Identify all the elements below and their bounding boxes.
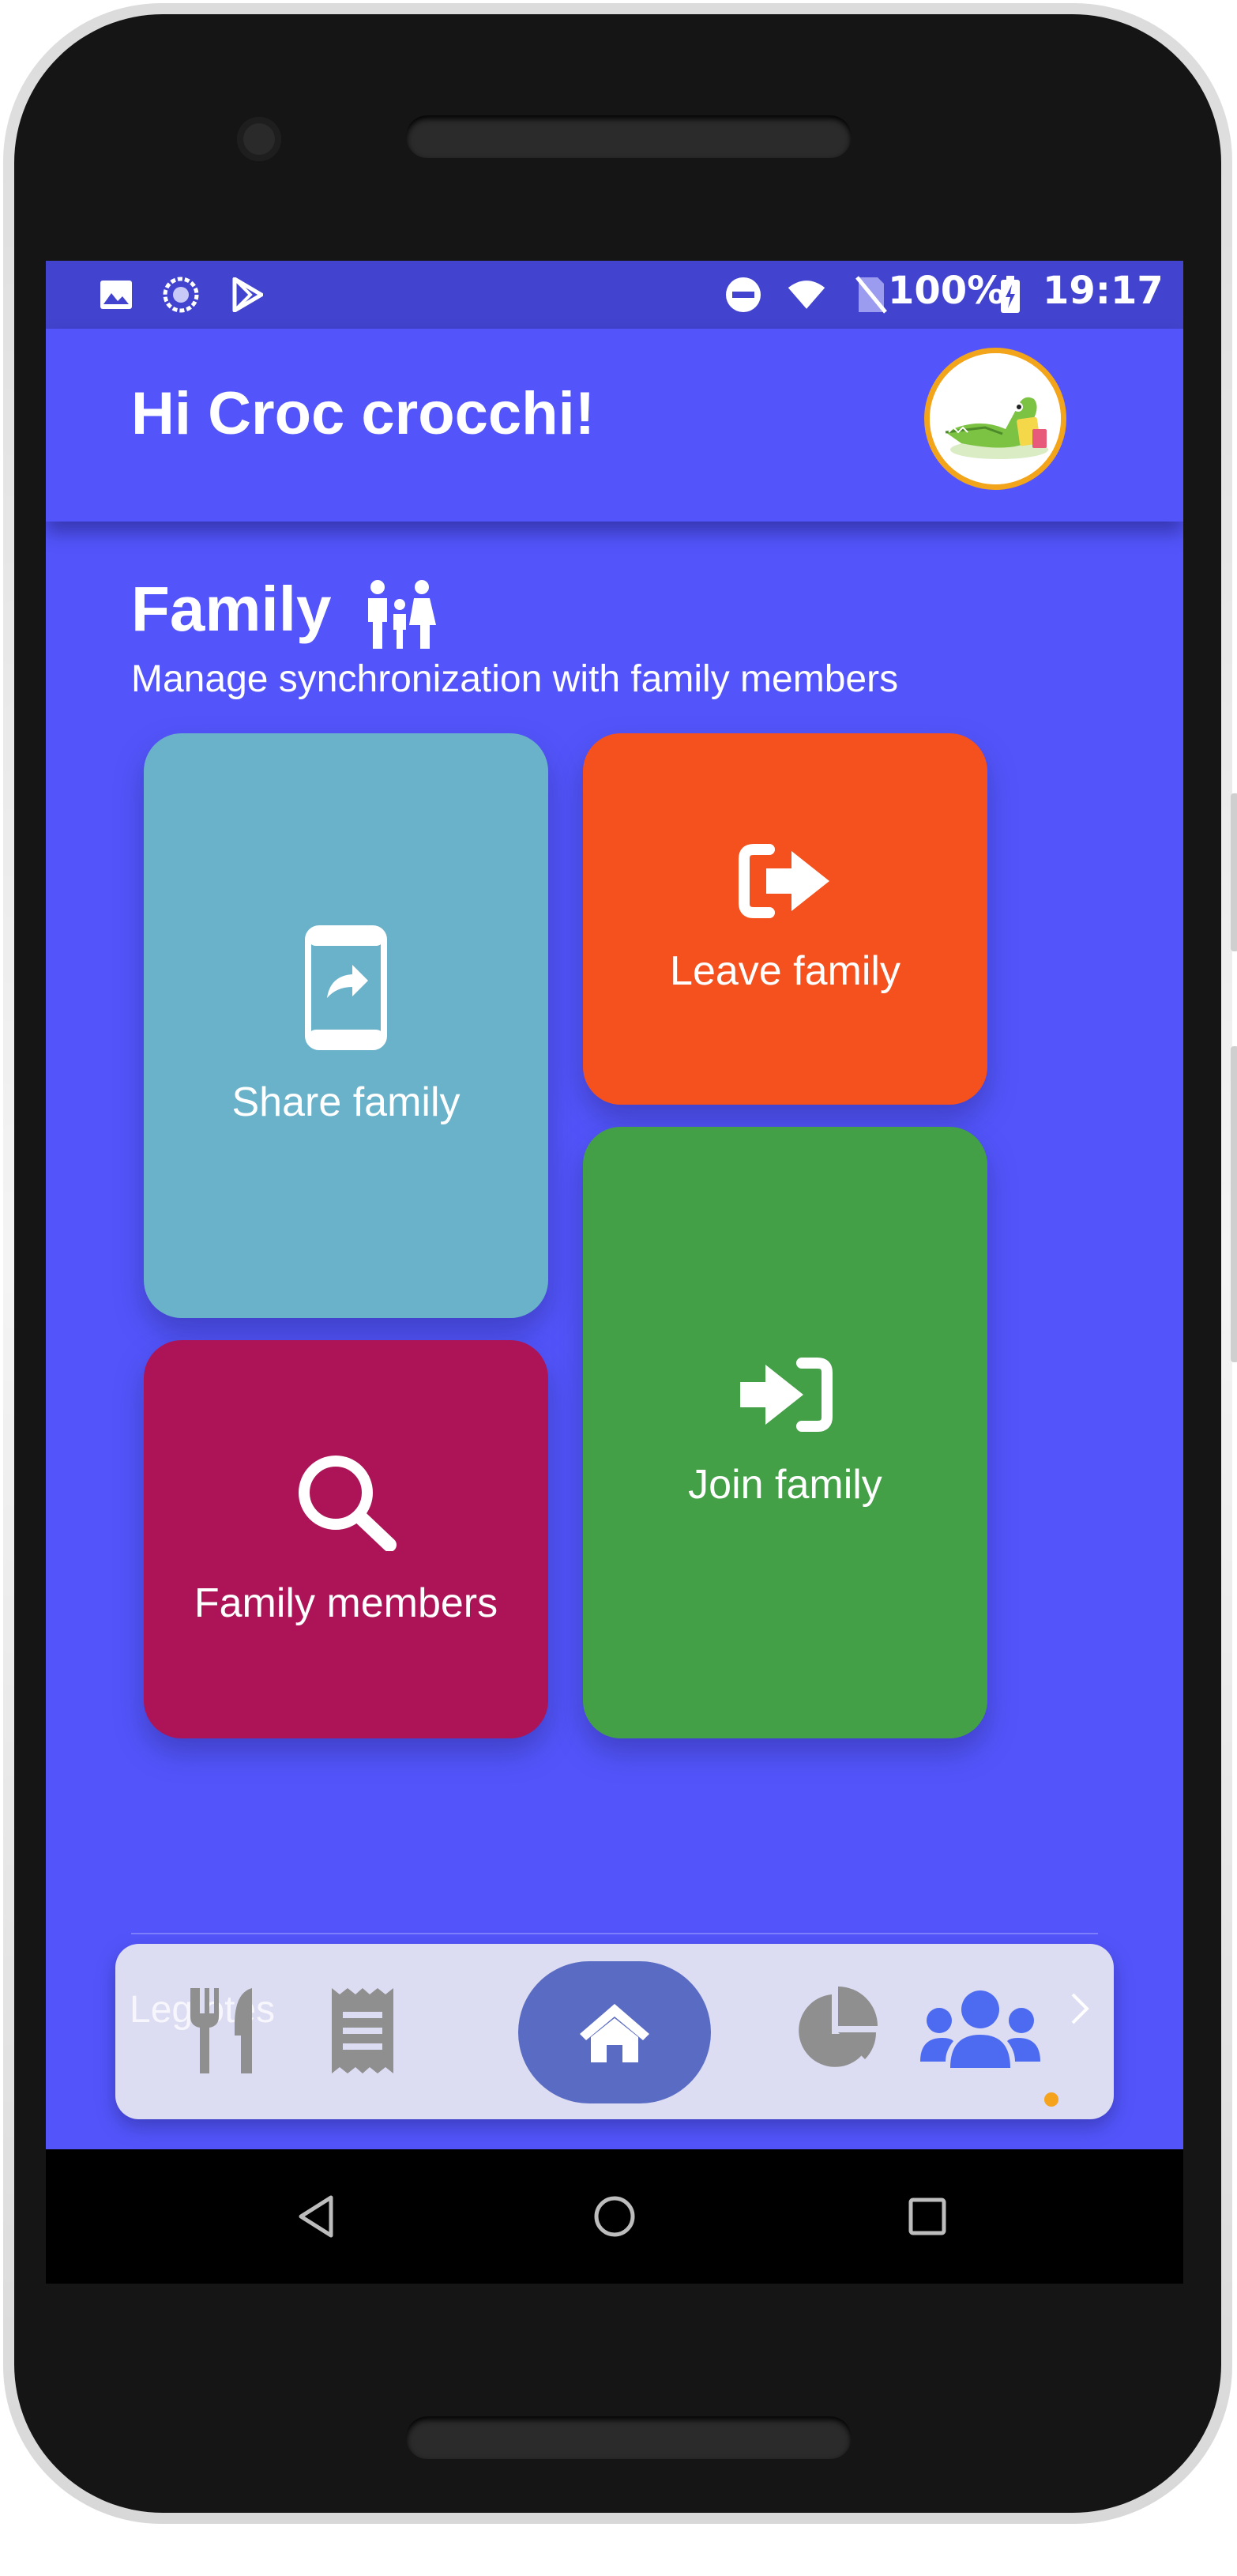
share-family-tile[interactable]: Share family (144, 733, 548, 1318)
receipt-icon (332, 1988, 393, 2073)
app-screen: 100% 19:17 Hi Croc crocchi! Family Manag… (46, 261, 1183, 2284)
sign-in-icon (740, 1358, 833, 1432)
home-system-button[interactable] (583, 2185, 646, 2248)
recents-button[interactable] (896, 2185, 959, 2248)
volume-button (1231, 793, 1237, 951)
status-bar: 100% 19:17 (46, 261, 1183, 329)
battery-percent: 100% (888, 269, 1006, 313)
share-family-label: Share family (231, 1079, 461, 1125)
home-circle-icon (594, 2196, 635, 2237)
back-triangle-icon (299, 2195, 333, 2238)
nav-food[interactable] (163, 1975, 281, 2086)
no-sim-icon (852, 275, 891, 314)
leave-family-label: Leave family (670, 948, 900, 994)
section-subtitle: Manage synchronization with family membe… (131, 658, 899, 700)
avatar[interactable] (924, 348, 1066, 490)
back-button[interactable] (284, 2185, 348, 2248)
sync-icon (161, 275, 201, 314)
chevron-right-icon[interactable] (1068, 1991, 1092, 2026)
system-navigation-bar (46, 2149, 1183, 2284)
wifi-icon (787, 275, 826, 314)
front-camera (237, 117, 281, 161)
active-indicator-dot (1044, 2092, 1058, 2107)
family-icon (368, 580, 436, 649)
sign-out-icon (739, 844, 829, 918)
bottom-speaker (406, 2416, 852, 2459)
recents-square-icon (908, 2198, 946, 2235)
bottom-navigation: Leg otes (115, 1944, 1114, 2119)
section-title: Family (131, 574, 332, 644)
phone-share-icon (305, 925, 387, 1050)
home-icon (580, 2004, 649, 2062)
app-header: Hi Croc crocchi! (46, 329, 1183, 522)
join-family-label: Join family (688, 1462, 882, 1508)
power-button (1231, 1046, 1237, 1362)
nav-family[interactable] (913, 1975, 1047, 2086)
nav-receipts[interactable] (303, 1975, 422, 2086)
users-icon (920, 1990, 1040, 2068)
search-icon (299, 1456, 397, 1551)
play-store-icon (227, 275, 267, 314)
pie-chart-icon (799, 1987, 878, 2067)
join-family-tile[interactable]: Join family (583, 1127, 987, 1738)
divider (131, 1933, 1098, 1934)
clock: 19:17 (1043, 269, 1164, 313)
image-icon (96, 275, 136, 314)
family-members-tile[interactable]: Family members (144, 1340, 548, 1738)
family-members-label: Family members (194, 1580, 498, 1626)
top-speaker (406, 115, 852, 158)
dnd-icon (724, 275, 763, 314)
battery-charging-icon (991, 275, 1030, 314)
greeting-title: Hi Croc crocchi! (131, 380, 596, 447)
nav-stats[interactable] (777, 1975, 896, 2086)
leave-family-tile[interactable]: Leave family (583, 733, 987, 1105)
nav-home[interactable] (518, 1961, 711, 2103)
crocodile-avatar-icon (930, 353, 1061, 484)
fork-knife-icon (190, 1988, 252, 2073)
